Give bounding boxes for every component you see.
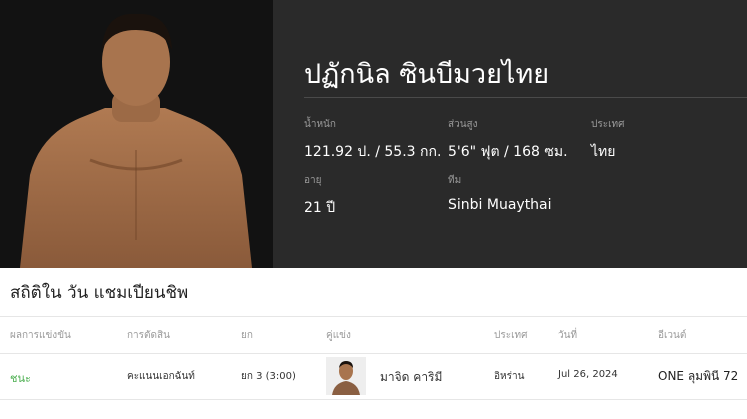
row-date: Jul 26, 2024 xyxy=(558,369,618,380)
col-date: วันที่ xyxy=(558,330,578,341)
col-opponent: คู่แข่ง xyxy=(326,330,351,341)
stat-country: ประเทศ ไทย xyxy=(591,117,624,163)
stat-team-value: Sinbi Muaythai xyxy=(448,197,552,213)
col-method: การตัดสิน xyxy=(127,330,170,341)
athlete-name: ปฏักนิล ซินบีมวยไทย xyxy=(304,59,550,90)
stat-country-value: ไทย xyxy=(591,144,616,160)
stat-weight-value: 121.92 ป. / 55.3 กก. xyxy=(304,144,442,160)
stat-country-label: ประเทศ xyxy=(591,119,625,130)
athlete-info: ปฏักนิล ซินบีมวยไทย น้ำหนัก 121.92 ป. / … xyxy=(273,0,747,268)
stat-height-label: ส่วนสูง xyxy=(448,119,478,130)
table-row[interactable]: ชนะ คะแนนเอกฉันท์ ยก 3 (3:00) มาจิด คาริ… xyxy=(0,353,747,400)
col-country: ประเทศ xyxy=(494,330,528,341)
stat-height-value: 5'6" ฟุต / 168 ซม. xyxy=(448,144,568,160)
row-event[interactable]: ONE ลุมพินี 72 xyxy=(658,367,738,386)
stat-weight: น้ำหนัก 121.92 ป. / 55.3 กก. xyxy=(304,117,441,163)
athlete-hero: ปฏักนิล ซินบีมวยไทย น้ำหนัก 121.92 ป. / … xyxy=(0,0,747,268)
row-result: ชนะ xyxy=(10,372,31,385)
stat-team: ทีม Sinbi Muaythai xyxy=(448,173,552,213)
stat-height: ส่วนสูง 5'6" ฟุต / 168 ซม. xyxy=(448,117,568,163)
table-header: ผลการแข่งขัน การตัดสิน ยก คู่แข่ง ประเทศ… xyxy=(0,316,747,354)
athlete-photo-figure xyxy=(0,0,273,268)
stat-age-label: อายุ xyxy=(304,175,322,186)
stat-age: อายุ 21 ปี xyxy=(304,173,335,219)
stat-team-label: ทีม xyxy=(448,175,462,186)
row-method: คะแนนเอกฉันท์ xyxy=(127,371,195,382)
info-divider xyxy=(304,97,747,98)
col-round: ยก xyxy=(241,330,253,341)
stat-age-value: 21 ปี xyxy=(304,200,336,216)
row-country: อิหร่าน xyxy=(494,371,525,382)
row-round: ยก 3 (3:00) xyxy=(241,371,296,382)
record-title: สถิติใน วัน แชมเปียนชิพ xyxy=(10,283,189,303)
col-event: อีเวนต์ xyxy=(658,330,687,341)
row-opponent[interactable]: มาจิด คาริมี xyxy=(380,368,442,387)
opponent-avatar[interactable] xyxy=(326,357,366,395)
opponent-photo xyxy=(326,357,366,395)
stat-weight-label: น้ำหนัก xyxy=(304,119,336,130)
col-result: ผลการแข่งขัน xyxy=(10,330,71,341)
athlete-photo xyxy=(0,0,273,268)
